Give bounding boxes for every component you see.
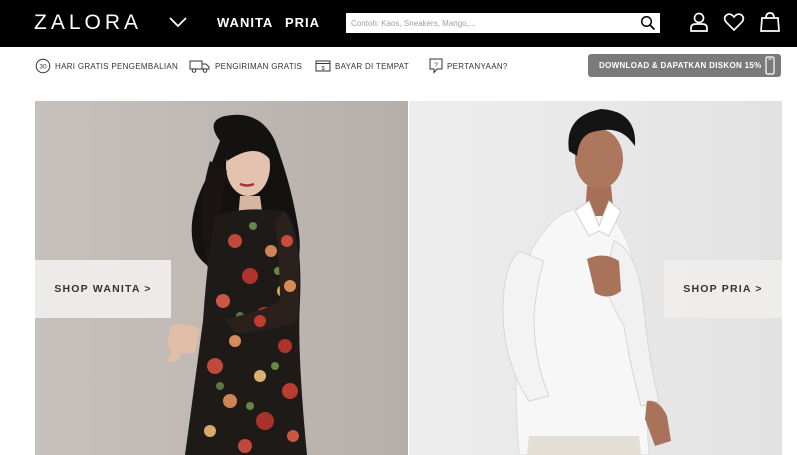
nav-pria[interactable]: PRIA [285,15,320,30]
cash-on-delivery-icon: $ [315,60,331,72]
search-icon[interactable] [640,15,656,31]
delivery-truck-icon [189,60,210,73]
search-input[interactable] [346,13,636,33]
shop-women-button[interactable]: SHOP WANITA > [35,260,171,318]
info-free-return-label: HARI GRATIS PENGEMBALIAN [55,61,179,71]
shop-men-button[interactable]: SHOP PRIA > [664,260,782,318]
heart-icon[interactable] [723,11,745,33]
return-days-badge: 30 [39,64,47,71]
info-question[interactable]: ? PERTANYAAN? [429,56,508,76]
question-bubble-icon: ? [429,58,443,74]
top-header: ZALORA WANITA PRIA [0,0,797,47]
30-days-return-icon: 30 [35,58,51,74]
hero-women-banner[interactable]: SHOP WANITA > [35,101,408,455]
info-cod[interactable]: $ BAYAR DI TEMPAT [315,56,409,76]
info-question-label: PERTANYAAN? [447,61,508,71]
hero-men-banner[interactable]: SHOP PRIA > [409,101,782,455]
nav-wanita[interactable]: WANITA [217,15,273,30]
svg-text:$: $ [321,66,324,72]
shopping-bag-icon[interactable] [759,11,781,33]
svg-text:?: ? [434,62,438,69]
info-free-shipping-label: PENGIRIMAN GRATIS [215,61,303,71]
user-icon[interactable] [688,11,710,33]
search-box [346,13,660,33]
info-cod-label: BAYAR DI TEMPAT [335,61,409,71]
info-free-shipping[interactable]: PENGIRIMAN GRATIS [189,56,302,76]
download-app-button[interactable]: DOWNLOAD & DAPATKAN DISKON 15% [588,54,781,77]
zalora-logo[interactable]: ZALORA [34,11,142,35]
download-app-label: DOWNLOAD & DAPATKAN DISKON 15% [599,61,762,70]
phone-icon [765,56,775,75]
info-free-return[interactable]: 30 HARI GRATIS PENGEMBALIAN [35,56,178,76]
chevron-down-icon[interactable] [168,13,188,31]
